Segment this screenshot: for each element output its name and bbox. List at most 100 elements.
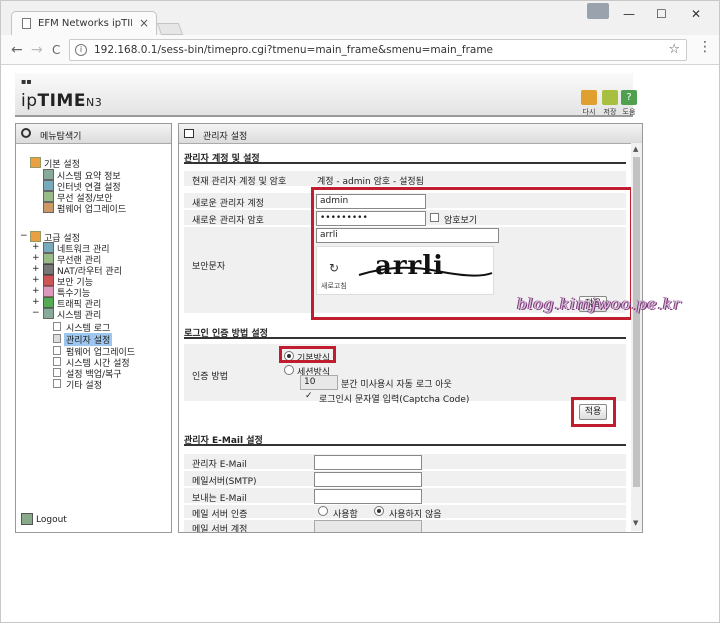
url-text: 192.168.0.1/sess-bin/timepro.cgi?tmenu=m… xyxy=(94,44,494,56)
wifi-icon xyxy=(43,253,54,264)
smtp-label: 메일서버(SMTP) xyxy=(192,477,257,487)
auth-use-radio[interactable] xyxy=(318,506,328,516)
captcha-check-icon[interactable]: ✓ xyxy=(305,391,313,401)
logo-prefix: ip xyxy=(21,91,38,111)
blog-watermark: blog.kimjwoo.pe.kr xyxy=(517,294,682,313)
page-icon xyxy=(53,379,61,388)
back-icon[interactable]: ← xyxy=(11,42,23,58)
session-method-radio[interactable] xyxy=(284,365,294,375)
logo-model: N3 xyxy=(85,96,103,109)
panel-header: 관리자 설정 xyxy=(179,124,642,144)
summary-icon xyxy=(43,169,54,180)
mail-account-label: 메일 서버 계정 xyxy=(192,525,248,533)
expand-icon[interactable]: + xyxy=(32,253,40,263)
router-header: ▪▪ ipTIMEN3 다시 저장 ? 도움 xyxy=(15,73,637,117)
special-icon xyxy=(43,286,54,297)
user-profile-icon[interactable] xyxy=(587,3,609,19)
iptime-logo: ipTIMEN3 xyxy=(21,91,102,111)
section-divider xyxy=(184,444,626,446)
sidebar-item-etc[interactable]: 기타 설정 xyxy=(66,378,102,391)
system-icon xyxy=(43,308,54,319)
auth-nouse-label: 사용하지 않음 xyxy=(389,510,442,520)
info-icon[interactable]: i xyxy=(75,44,87,56)
title-bar: EFM Networks ipTIME N × — ☐ ✕ xyxy=(1,1,719,35)
page-icon xyxy=(53,334,61,343)
page-icon xyxy=(53,357,61,366)
timeout-text: 분간 미사용시 자동 로그 아웃 xyxy=(341,380,452,390)
auth-nouse-radio[interactable] xyxy=(374,506,384,516)
scroll-down-icon[interactable]: ▼ xyxy=(633,519,638,527)
sidebar-item-system[interactable]: 시스템 관리 xyxy=(57,308,101,321)
expand-icon[interactable]: + xyxy=(32,297,40,307)
security-icon xyxy=(43,275,54,286)
expand-icon[interactable]: + xyxy=(32,275,40,285)
current-account-value: 계정 - admin 암호 - 설정됨 xyxy=(317,177,424,187)
logo-mark: ▪▪ xyxy=(21,77,32,86)
collapse-icon[interactable]: − xyxy=(32,308,40,318)
maximize-icon[interactable]: ☐ xyxy=(656,7,667,21)
expand-icon[interactable]: + xyxy=(32,242,40,252)
section-divider xyxy=(184,162,626,164)
mail-account-input[interactable] xyxy=(314,520,422,532)
browser-menu-icon[interactable]: ⋮ xyxy=(698,39,712,55)
sidebar-item-firmware[interactable]: 펌웨어 업그레이드 xyxy=(57,202,126,215)
admin-email-label: 관리자 E-Mail xyxy=(192,460,247,470)
timeout-input[interactable]: 10 xyxy=(300,375,338,390)
minimize-icon[interactable]: — xyxy=(623,7,635,21)
collapse-icon[interactable]: − xyxy=(20,231,28,241)
mail-auth-label: 메일 서버 인증 xyxy=(192,510,248,520)
address-bar-row: ← → C i 192.168.0.1/sess-bin/timepro.cgi… xyxy=(1,35,719,65)
scroll-up-icon[interactable]: ▲ xyxy=(633,145,638,153)
menu-explorer: 메뉴탐색기 기본 설정 시스템 요약 정보 인터넷 연결 설정 무선 설정/보안… xyxy=(15,123,172,533)
save-label: 저장 xyxy=(603,108,617,116)
bookmark-star-icon[interactable]: ☆ xyxy=(668,42,680,57)
traffic-icon xyxy=(43,297,54,308)
page-icon xyxy=(22,18,31,29)
settings-icon xyxy=(30,157,41,168)
current-account-label: 현재 관리자 계정 및 암호 xyxy=(192,177,287,187)
sidebar-title: 메뉴탐색기 xyxy=(40,132,82,142)
admin-email-input[interactable] xyxy=(314,455,422,470)
forward-icon[interactable]: → xyxy=(31,42,43,58)
page-icon xyxy=(53,346,61,355)
new-account-label: 새로운 관리자 계정 xyxy=(192,199,264,209)
new-tab-button[interactable] xyxy=(156,23,184,35)
refresh-icon[interactable] xyxy=(581,90,597,105)
logout-link[interactable]: Logout xyxy=(36,515,67,525)
highlight-box xyxy=(571,397,616,427)
highlight-box xyxy=(279,346,336,363)
admin-settings-panel: 관리자 설정 관리자 계정 및 설정 현재 관리자 계정 및 암호 계정 - a… xyxy=(178,123,643,533)
section-divider xyxy=(184,337,626,339)
expand-icon[interactable]: + xyxy=(32,286,40,296)
logout-icon[interactable] xyxy=(21,513,33,525)
browser-tab[interactable]: EFM Networks ipTIME N × xyxy=(11,11,157,35)
sidebar-header: 메뉴탐색기 xyxy=(16,124,171,144)
scroll-thumb[interactable] xyxy=(633,157,640,487)
new-password-label: 새로운 관리자 암호 xyxy=(192,216,264,226)
reload-icon[interactable]: C xyxy=(52,43,60,57)
sender-label: 보내는 E-Mail xyxy=(192,494,247,504)
help-label: 도움 xyxy=(622,108,636,116)
page-icon xyxy=(53,368,61,377)
tab-close-icon[interactable]: × xyxy=(139,16,149,30)
tab-title: EFM Networks ipTIME N xyxy=(38,18,132,29)
settings-icon xyxy=(30,231,41,242)
close-window-icon[interactable]: ✕ xyxy=(691,7,701,21)
save-icon[interactable] xyxy=(602,90,618,105)
firmware-icon xyxy=(43,202,54,213)
network-icon xyxy=(43,242,54,253)
sender-input[interactable] xyxy=(314,489,422,504)
browser-window: EFM Networks ipTIME N × — ☐ ✕ ← → C i 19… xyxy=(0,0,720,623)
internet-icon xyxy=(43,180,54,191)
smtp-input[interactable] xyxy=(314,472,422,487)
auth-use-label: 사용함 xyxy=(333,510,358,520)
search-icon xyxy=(21,128,31,138)
page-title: 관리자 설정 xyxy=(203,132,248,142)
url-input[interactable]: i 192.168.0.1/sess-bin/timepro.cgi?tmenu… xyxy=(69,39,687,61)
help-icon[interactable]: ? xyxy=(621,90,637,105)
router-icon xyxy=(43,264,54,275)
expand-icon[interactable]: + xyxy=(32,264,40,274)
login-method-label: 인증 방법 xyxy=(192,372,228,382)
captcha-option-label: 로그인시 문자열 입력(Captcha Code) xyxy=(319,395,470,405)
refresh-label: 다시 xyxy=(582,108,596,116)
